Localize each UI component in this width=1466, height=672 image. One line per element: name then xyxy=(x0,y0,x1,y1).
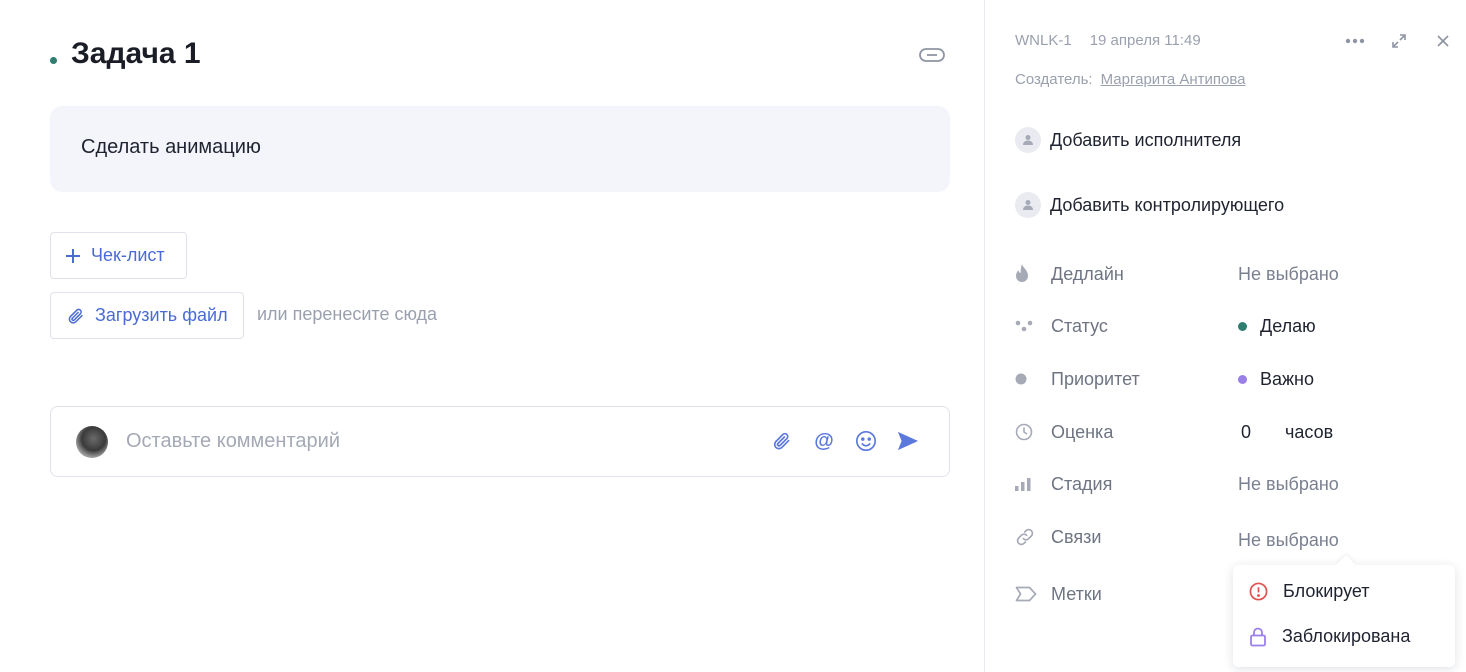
status-dot xyxy=(50,56,57,64)
priority-dot-icon xyxy=(1015,372,1039,386)
bar-chart-icon xyxy=(1015,477,1039,491)
send-icon[interactable] xyxy=(897,429,919,453)
stage-value[interactable]: Не выбрано xyxy=(1238,474,1339,495)
comment-input[interactable] xyxy=(126,430,746,453)
emoji-icon[interactable] xyxy=(855,429,877,453)
link-icon xyxy=(1015,527,1039,547)
drop-hint: или перенесите сюда xyxy=(257,304,438,324)
status-value[interactable]: Делаю xyxy=(1238,316,1316,337)
status-dots-icon xyxy=(1015,320,1039,332)
status-value-text: Делаю xyxy=(1260,315,1316,336)
title-row: Задача 1 xyxy=(50,34,950,74)
add-assignee-label: Добавить исполнителя xyxy=(1050,129,1242,150)
estimate-unit: часов xyxy=(1285,421,1334,442)
estimate-hours-input[interactable]: 0 xyxy=(1241,422,1251,443)
links-value[interactable]: Не выбрано xyxy=(1238,530,1339,551)
task-meta: WNLK-1 19 апреля 11:49 xyxy=(1015,32,1201,49)
user-icon xyxy=(1015,127,1041,153)
paperclip-icon xyxy=(68,308,83,324)
expand-icon[interactable] xyxy=(1386,30,1412,52)
dropdown-item-label: Заблокирована xyxy=(1282,626,1411,646)
priority-value[interactable]: Важно xyxy=(1238,369,1314,390)
comment-actions: @ xyxy=(771,429,919,453)
estimate-value[interactable]: 0 часов xyxy=(1238,422,1333,443)
more-icon[interactable] xyxy=(1342,30,1368,52)
task-key: WNLK-1 xyxy=(1015,32,1072,49)
creator-link[interactable]: Маргарита Антипова xyxy=(1101,71,1246,88)
prop-estimate: Оценка 0 часов xyxy=(1015,417,1455,447)
prop-priority: Приоритет Важно xyxy=(1015,364,1455,394)
tag-icon xyxy=(1015,586,1039,602)
copy-link-icon[interactable] xyxy=(918,44,946,66)
estimate-label: Оценка xyxy=(1051,421,1114,442)
priority-label: Приоритет xyxy=(1051,368,1140,389)
links-label: Связи xyxy=(1051,526,1102,547)
priority-value-text: Важно xyxy=(1260,368,1315,389)
add-checklist-button[interactable]: Чек-лист xyxy=(50,232,187,279)
upload-file-button[interactable]: Загрузить файл xyxy=(50,292,244,339)
prop-deadline: Дедлайн Не выбрано xyxy=(1015,259,1455,289)
plus-icon xyxy=(66,248,80,263)
add-controller-label: Добавить контролирующего xyxy=(1050,194,1285,215)
flame-icon xyxy=(1015,264,1039,284)
dropdown-item-label: Блокирует xyxy=(1283,581,1370,601)
tags-label: Метки xyxy=(1051,583,1102,604)
prop-links: Связи Не выбрано xyxy=(1015,522,1455,552)
comment-box: @ xyxy=(50,406,950,477)
deadline-label: Дедлайн xyxy=(1051,263,1124,284)
avatar xyxy=(76,425,108,458)
task-description[interactable]: Сделать анимацию xyxy=(50,106,950,192)
creator-row: Создатель: Маргарита Антипова xyxy=(1015,71,1246,88)
add-checklist-label: Чек-лист xyxy=(91,245,165,265)
mention-icon[interactable]: @ xyxy=(813,429,835,453)
panel-actions xyxy=(1342,30,1456,52)
dropdown-item-blocks[interactable]: Блокирует xyxy=(1249,581,1370,602)
add-controller-button[interactable]: Добавить контролирующего xyxy=(1015,192,1284,218)
deadline-value[interactable]: Не выбрано xyxy=(1238,264,1339,285)
status-label: Статус xyxy=(1051,315,1108,336)
task-page: Задача 1 Сделать анимацию Чек-лист Загру… xyxy=(0,0,1466,672)
lock-icon xyxy=(1250,627,1266,646)
user-icon xyxy=(1015,192,1041,218)
stage-label: Стадия xyxy=(1051,473,1113,494)
attach-icon[interactable] xyxy=(771,429,793,453)
upload-file-label: Загрузить файл xyxy=(95,305,228,325)
clock-icon xyxy=(1015,423,1039,441)
alert-circle-icon xyxy=(1249,582,1268,601)
task-title[interactable]: Задача 1 xyxy=(71,37,201,71)
status-value-dot xyxy=(1238,321,1247,331)
priority-value-dot xyxy=(1238,374,1247,384)
creator-label: Создатель: xyxy=(1015,71,1093,88)
prop-status: Статус Делаю xyxy=(1015,311,1455,341)
close-icon[interactable] xyxy=(1430,30,1456,52)
add-assignee-button[interactable]: Добавить исполнителя xyxy=(1015,127,1241,153)
task-main: Задача 1 Сделать анимацию Чек-лист Загру… xyxy=(0,0,984,672)
dropdown-item-blocked[interactable]: Заблокирована xyxy=(1249,626,1410,647)
task-created-at: 19 апреля 11:49 xyxy=(1089,32,1201,49)
links-dropdown: Блокирует Заблокирована xyxy=(1233,565,1455,667)
prop-stage: Стадия Не выбрано xyxy=(1015,469,1455,499)
